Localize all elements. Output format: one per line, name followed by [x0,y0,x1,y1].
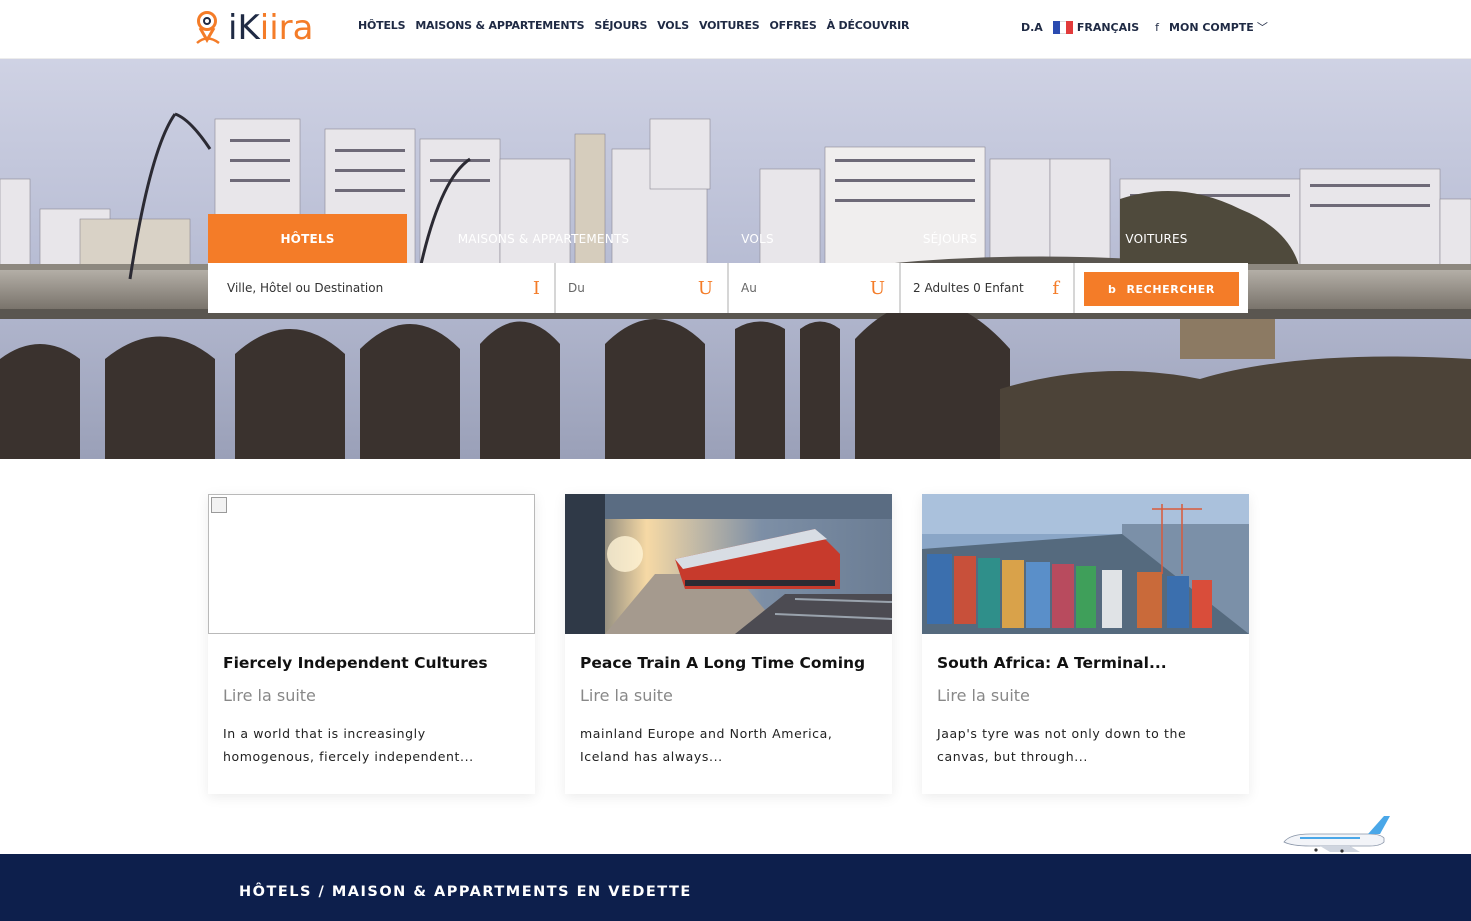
nav-a-decouvrir[interactable]: À DÉCOUVRIR [827,19,910,32]
header-right-menu: D.A FRANÇAIS f MON COMPTE ﹀ [1021,19,1268,35]
guests-icon: f [1052,277,1059,299]
excerpt-line: Iceland has always... [580,749,723,764]
article-excerpt: mainland Europe and North America, Icelan… [580,722,877,768]
container-port-photo [922,494,1249,634]
tab-sejours[interactable]: SÉJOURS [835,214,1065,263]
train-station-photo [565,494,892,634]
tab-hotels[interactable]: HÔTELS [208,214,407,263]
location-icon: I [532,277,540,299]
read-more-link[interactable]: Lire la suite [937,686,1234,705]
read-more-link[interactable]: Lire la suite [580,686,877,705]
search-tabs: HÔTELS MAISONS & APPARTEMENTS VOLS SÉJOU… [208,214,1248,263]
guests-field[interactable]: 2 Adultes 0 Enfant f [901,263,1075,313]
calendar-icon: U [697,277,713,299]
broken-image-icon [211,497,227,513]
destination-placeholder: Ville, Hôtel ou Destination [227,281,384,295]
article-title[interactable]: South Africa: A Terminal... [937,654,1234,672]
excerpt-line: homogenous, fiercely independent... [223,749,474,764]
location-pin-icon [196,11,220,45]
tab-voitures[interactable]: VOITURES [1065,214,1248,263]
main-menu: HÔTELS MAISONS & APPARTEMENTS SÉJOURS VO… [358,19,909,32]
article-title[interactable]: Peace Train A Long Time Coming [580,654,877,672]
featured-section-header: HÔTELS / MAISON & APPARTMENTS EN VEDETTE [0,854,1471,921]
logo-wordmark: iKiira [228,10,313,46]
nav-offres[interactable]: OFFRES [770,19,817,32]
nav-sejours[interactable]: SÉJOURS [594,19,647,32]
article-card[interactable]: Fiercely Independent Cultures Lire la su… [208,494,535,794]
search-icon: b [1108,282,1117,296]
article-excerpt: In a world that is increasingly homogenou… [223,722,520,768]
language-label: FRANÇAIS [1076,20,1140,34]
nav-vols[interactable]: VOLS [657,19,689,32]
facebook-icon[interactable]: f [1155,21,1159,34]
top-navigation-bar: iKiira HÔTELS MAISONS & APPARTEMENTS SÉJ… [0,0,1471,59]
search-button[interactable]: b RECHERCHER [1084,272,1239,306]
date-from-placeholder: Du [568,281,585,295]
excerpt-line: In a world that is increasingly [223,726,426,741]
destination-field[interactable]: Ville, Hôtel ou Destination I [208,263,556,313]
nav-voitures[interactable]: VOITURES [699,19,760,32]
calendar-icon: U [869,277,885,299]
nav-hotels[interactable]: HÔTELS [358,19,406,32]
excerpt-line: mainland Europe and North America, [580,726,833,741]
account-label: MON COMPTE [1169,21,1254,34]
excerpt-line: canvas, but through... [937,749,1088,764]
read-more-link[interactable]: Lire la suite [223,686,520,705]
guests-value: 2 Adultes 0 Enfant [913,281,1024,295]
tab-maisons-appartements[interactable]: MAISONS & APPARTEMENTS [407,214,680,263]
article-title[interactable]: Fiercely Independent Cultures [223,654,520,672]
date-to-placeholder: Au [741,281,757,295]
featured-heading: HÔTELS / MAISON & APPARTMENTS EN VEDETTE [239,884,692,900]
account-menu[interactable]: MON COMPTE ﹀ [1169,19,1268,35]
language-selector[interactable]: FRANÇAIS [1052,20,1140,34]
article-excerpt: Jaap's tyre was not only down to the canv… [937,722,1234,768]
article-image-broken [208,494,535,634]
france-flag-icon [1052,20,1073,34]
tab-vols[interactable]: VOLS [680,214,835,263]
article-cards: Fiercely Independent Cultures Lire la su… [208,494,1249,794]
nav-maisons-appartements[interactable]: MAISONS & APPARTEMENTS [415,19,584,32]
date-to-field[interactable]: Au U [729,263,901,313]
excerpt-line: Jaap's tyre was not only down to the [937,726,1187,741]
search-button-label: RECHERCHER [1126,282,1215,296]
article-card[interactable]: Peace Train A Long Time Coming Lire la s… [565,494,892,794]
currency-selector[interactable]: D.A [1021,21,1043,34]
airplane-icon [1283,816,1390,853]
search-form: Ville, Hôtel ou Destination I Du U Au U … [208,263,1248,313]
logo-text-end: iira [259,8,314,48]
logo-text-start: iK [228,8,260,48]
date-from-field[interactable]: Du U [556,263,729,313]
site-logo[interactable]: iKiira [194,10,313,46]
chevron-down-icon: ﹀ [1256,21,1268,34]
article-card[interactable]: South Africa: A Terminal... Lire la suit… [922,494,1249,794]
